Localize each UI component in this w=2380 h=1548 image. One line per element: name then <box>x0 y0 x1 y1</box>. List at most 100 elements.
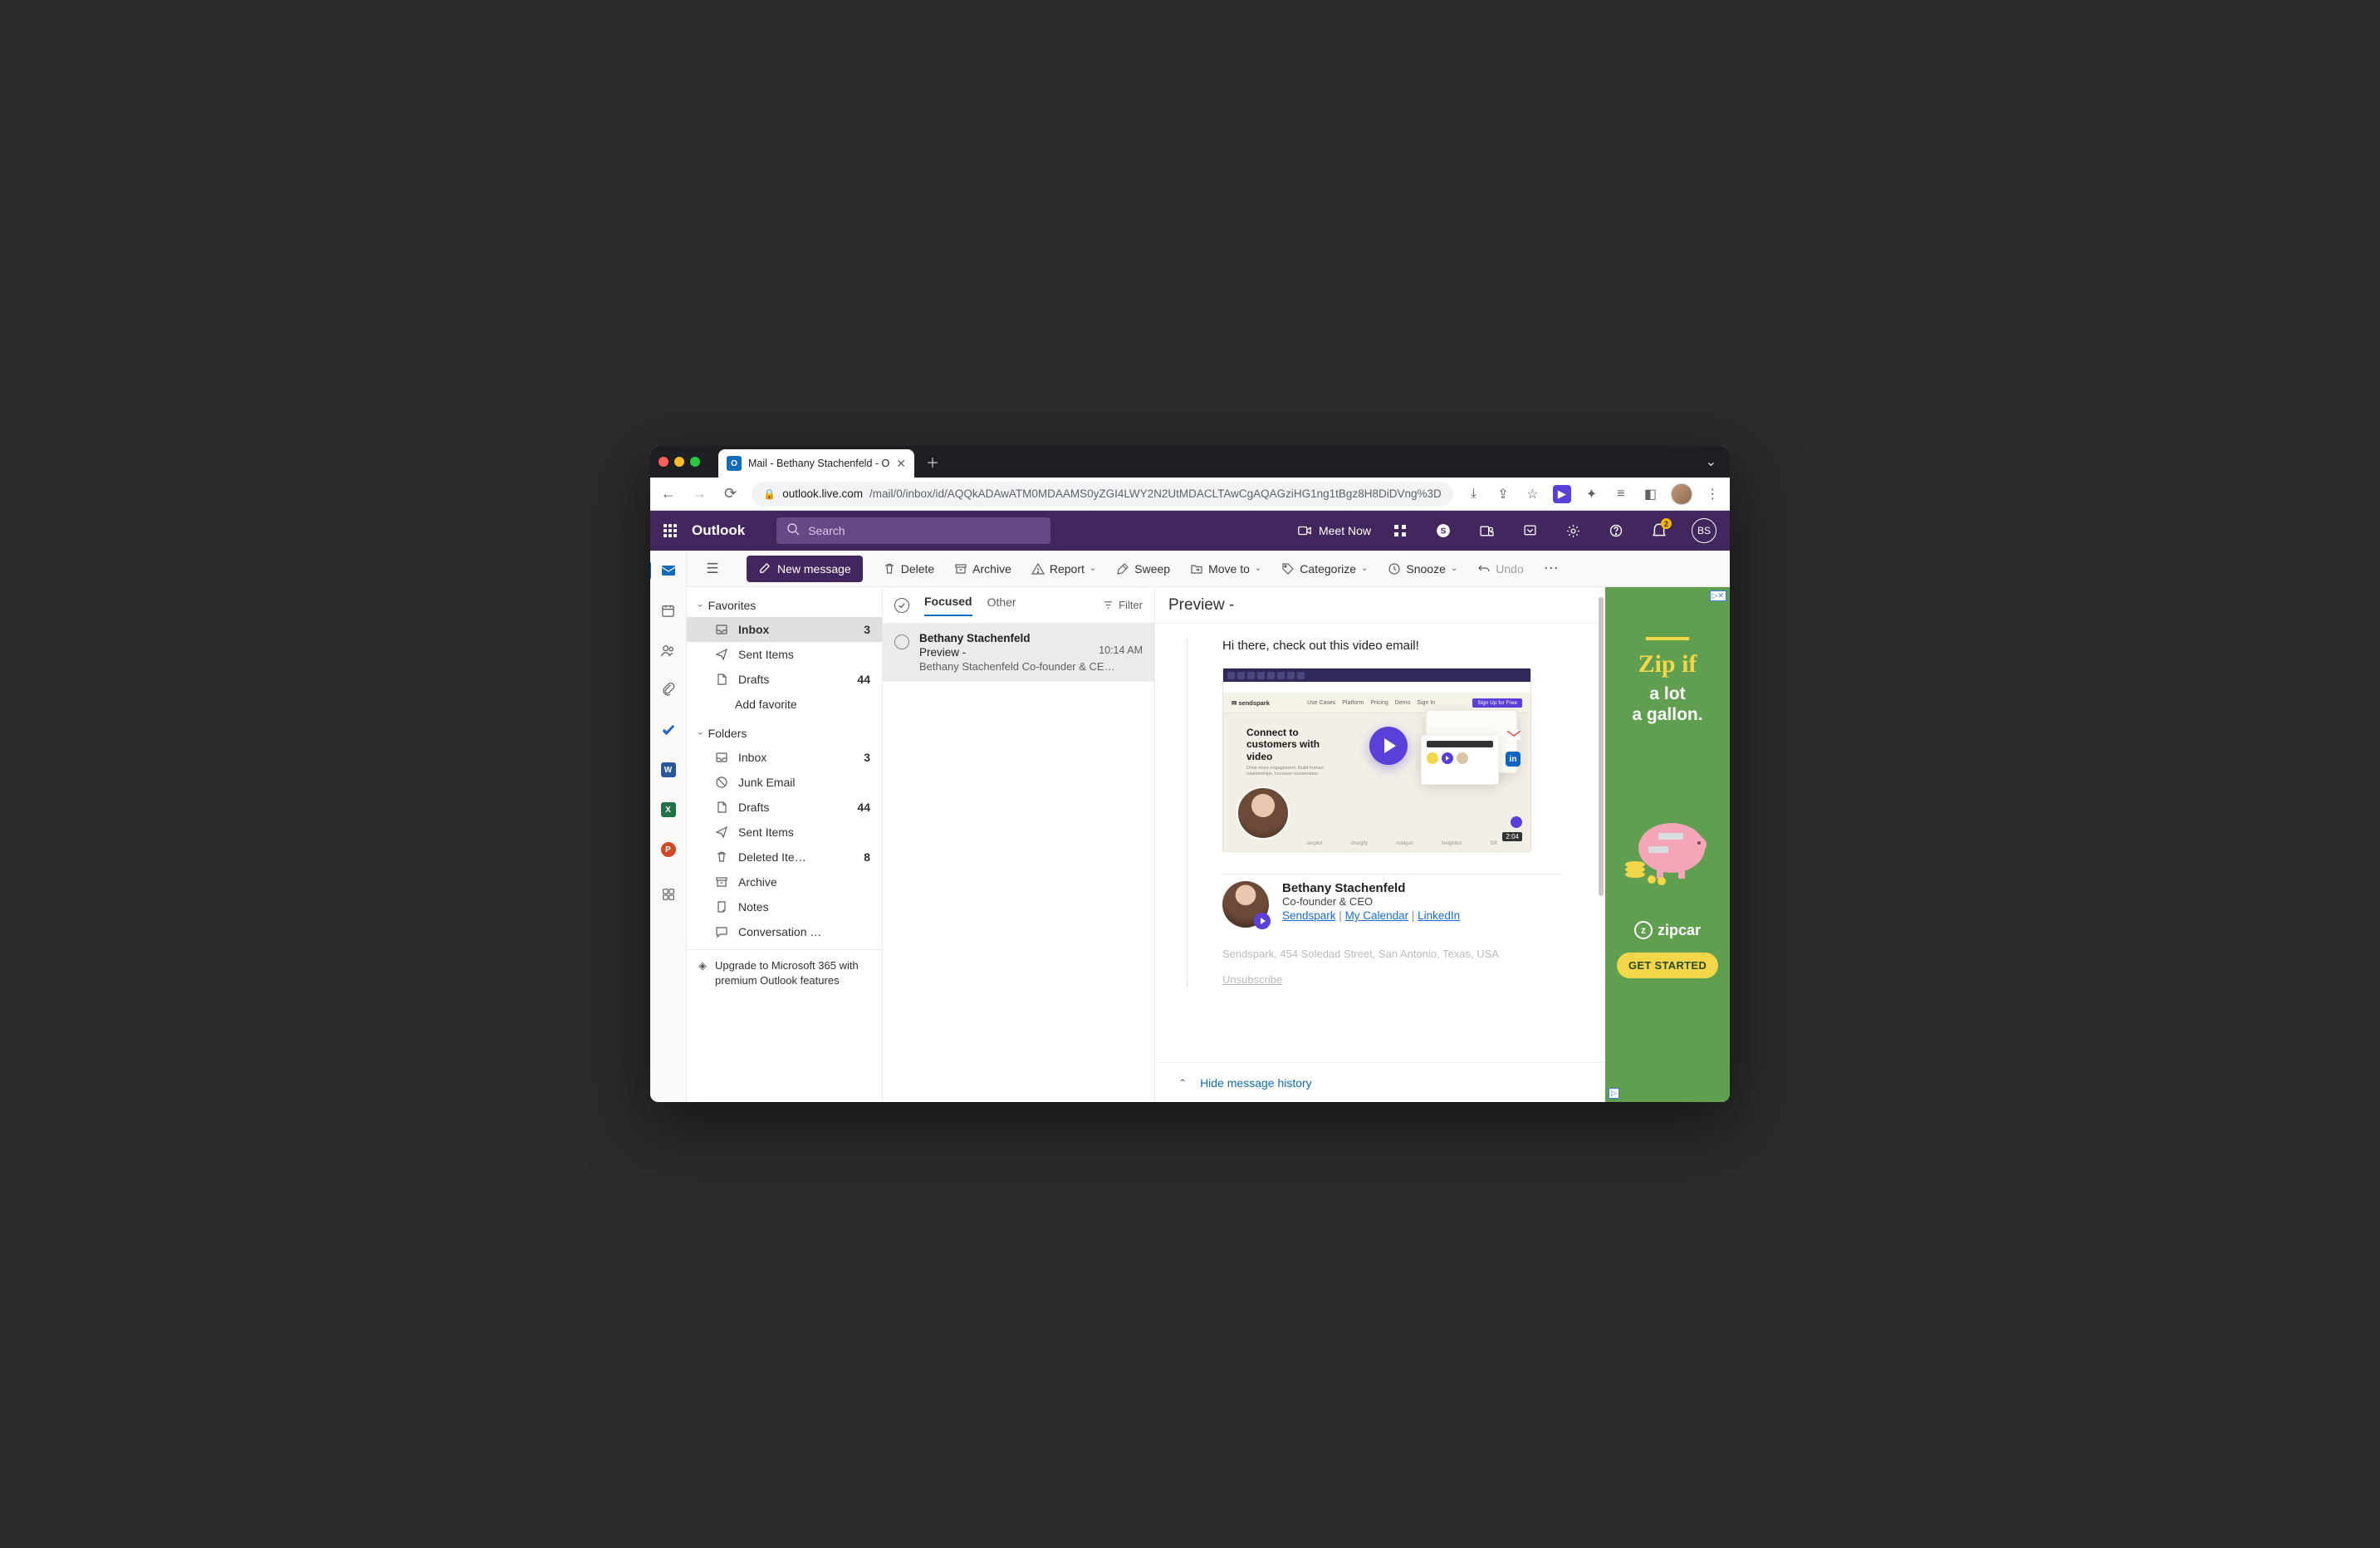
people-module-button[interactable] <box>655 637 682 664</box>
back-button[interactable]: ← <box>659 485 678 502</box>
chrome-profile-avatar[interactable] <box>1671 483 1692 505</box>
traffic-lights[interactable] <box>659 457 700 467</box>
reading-list-icon[interactable]: ≡ <box>1612 487 1629 502</box>
account-avatar[interactable]: BS <box>1692 518 1716 543</box>
minimize-window-icon[interactable] <box>674 457 684 467</box>
url-host: outlook.live.com <box>782 487 863 500</box>
calendar-module-button[interactable] <box>655 597 682 624</box>
tab-title: Mail - Bethany Stachenfeld - O <box>748 458 889 469</box>
ad-sidebar[interactable]: ▷✕ Zip if a lota gallon. <box>1605 587 1730 1102</box>
signature-play-icon[interactable] <box>1254 913 1271 929</box>
folder-item[interactable]: Drafts44 <box>687 795 882 820</box>
tab-other[interactable]: Other <box>987 595 1016 615</box>
more-commands-button[interactable]: ⋯ <box>1544 560 1560 577</box>
undo-button[interactable]: Undo <box>1477 562 1523 576</box>
notifications-icon[interactable]: 2 <box>1645 517 1673 545</box>
folder-item[interactable]: Junk Email <box>687 770 882 795</box>
report-button[interactable]: Report⌄ <box>1031 562 1096 576</box>
gmail-icon <box>1507 730 1521 740</box>
todo-module-button[interactable] <box>655 717 682 743</box>
maximize-window-icon[interactable] <box>690 457 700 467</box>
draft-icon <box>715 673 728 686</box>
outlook-favicon-icon: O <box>727 456 742 471</box>
snooze-button[interactable]: Snooze⌄ <box>1388 562 1457 576</box>
new-message-button[interactable]: New message <box>747 556 863 582</box>
app-launcher-icon[interactable] <box>664 524 677 537</box>
folder-item[interactable]: Drafts44 <box>687 667 882 692</box>
video-duration: 2:04 <box>1502 832 1522 841</box>
new-tab-button[interactable]: ＋ <box>921 450 944 473</box>
delete-button[interactable]: Delete <box>883 562 934 576</box>
sweep-button[interactable]: Sweep <box>1116 562 1170 576</box>
signature-link-linkedin[interactable]: LinkedIn <box>1418 909 1460 922</box>
signature-link-calendar[interactable]: My Calendar <box>1345 909 1409 922</box>
files-module-button[interactable] <box>655 677 682 703</box>
sendspark-extension-icon[interactable]: ▶ <box>1553 485 1570 503</box>
settings-icon[interactable] <box>1559 517 1587 545</box>
chrome-menu-icon[interactable]: ⋮ <box>1704 486 1721 502</box>
search-box[interactable] <box>776 517 1050 544</box>
play-icon[interactable] <box>1369 727 1408 765</box>
signature-address: Sendspark, 454 Soledad Street, San Anton… <box>1222 948 1562 960</box>
search-input[interactable] <box>808 524 1041 537</box>
folder-item[interactable]: Deleted Ite…8 <box>687 845 882 870</box>
folder-item[interactable]: Sent Items <box>687 820 882 845</box>
categorize-button[interactable]: Categorize⌄ <box>1281 562 1368 576</box>
more-apps-button[interactable] <box>655 881 682 908</box>
browser-tab[interactable]: O Mail - Bethany Stachenfeld - O ✕ <box>718 449 914 478</box>
tabs-overflow-icon[interactable]: ⌄ <box>1701 453 1721 470</box>
teams-icon[interactable] <box>1472 517 1501 545</box>
folder-item[interactable]: Archive <box>687 870 882 894</box>
word-app-button[interactable]: W <box>655 757 682 783</box>
folder-item[interactable]: Inbox3 <box>687 617 882 642</box>
tab-focused[interactable]: Focused <box>924 595 972 616</box>
folders-header[interactable]: ›Folders <box>687 722 882 745</box>
signature-link-sendspark[interactable]: Sendspark <box>1282 909 1336 922</box>
select-checkbox[interactable] <box>894 634 909 649</box>
folder-item[interactable]: Inbox3 <box>687 745 882 770</box>
quick-settings-icon[interactable] <box>1516 517 1544 545</box>
ad-info-icon[interactable]: ▷ <box>1609 1088 1619 1099</box>
share-icon[interactable]: ⇪ <box>1494 486 1511 502</box>
chevron-down-icon: › <box>695 604 705 607</box>
folder-item[interactable]: Sent Items <box>687 642 882 667</box>
move-to-button[interactable]: Move to⌄ <box>1190 562 1261 576</box>
bookmark-icon[interactable]: ☆ <box>1524 486 1541 502</box>
diamond-icon: ◈ <box>698 958 707 987</box>
adchoices-icon[interactable]: ▷✕ <box>1710 590 1726 601</box>
skype-icon[interactable]: S <box>1429 517 1457 545</box>
address-bar[interactable]: 🔒 outlook.live.com/mail/0/inbox/id/AQQkA… <box>752 482 1452 507</box>
close-window-icon[interactable] <box>659 457 668 467</box>
help-icon[interactable] <box>1602 517 1630 545</box>
scrollbar[interactable] <box>1599 597 1604 896</box>
mail-module-button[interactable] <box>655 557 682 584</box>
email-greeting: Hi there, check out this video email! <box>1222 639 1562 653</box>
folder-item[interactable]: Notes <box>687 894 882 919</box>
excel-app-button[interactable]: X <box>655 796 682 823</box>
video-thumbnail[interactable]: ✉ sendspark Use CasesPlatformPricingDemo… <box>1222 668 1531 852</box>
extensions-icon[interactable]: ✦ <box>1583 486 1600 502</box>
piggy-bank-illustration <box>1622 796 1713 888</box>
unsubscribe-link[interactable]: Unsubscribe <box>1222 973 1282 986</box>
folder-item[interactable]: Conversation … <box>687 919 882 944</box>
send-icon <box>715 825 728 839</box>
favorites-header[interactable]: ›Favorites <box>687 594 882 617</box>
filter-button[interactable]: Filter <box>1103 599 1143 611</box>
reload-button[interactable]: ⟳ <box>721 485 740 502</box>
archive-button[interactable]: Archive <box>954 562 1011 576</box>
apps-icon[interactable] <box>1386 517 1414 545</box>
forward-button[interactable]: → <box>689 485 708 502</box>
message-item[interactable]: Bethany StachenfeldPreview -10:14 AMBeth… <box>883 624 1154 682</box>
upgrade-banner[interactable]: ◈ Upgrade to Microsoft 365 with premium … <box>687 949 882 996</box>
meet-now-button[interactable]: Meet Now <box>1297 523 1371 538</box>
ad-cta-button[interactable]: GET STARTED <box>1617 953 1718 978</box>
hide-history-button[interactable]: ⌃ Hide message history <box>1155 1062 1605 1102</box>
inbox-icon <box>715 623 728 636</box>
add-favorite-button[interactable]: Add favorite <box>687 692 882 717</box>
close-tab-icon[interactable]: ✕ <box>896 457 906 471</box>
select-all-checkbox[interactable] <box>894 598 909 613</box>
nav-toggle-button[interactable]: ☰ <box>698 561 727 577</box>
side-panel-icon[interactable]: ◧ <box>1642 486 1659 502</box>
powerpoint-app-button[interactable]: P <box>655 836 682 863</box>
install-app-icon[interactable]: ⤓ <box>1465 487 1482 502</box>
